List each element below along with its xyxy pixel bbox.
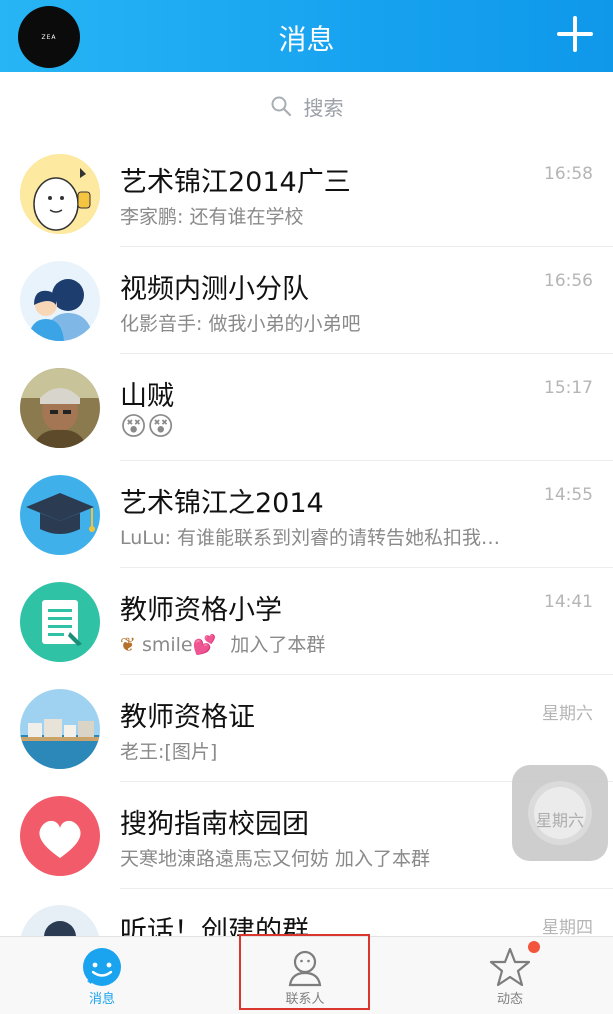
- floating-assistive-button[interactable]: 星期六: [512, 765, 608, 861]
- conversation-preview: 老王:[图片]: [120, 741, 218, 763]
- heart-avatar: [20, 796, 100, 876]
- notification-badge: [528, 941, 540, 953]
- conversation-time: 14:41: [544, 592, 593, 612]
- conversation-preview: 😵😵: [120, 412, 174, 442]
- landscape-photo-avatar: [20, 689, 100, 769]
- page-title: 消息: [278, 23, 335, 56]
- tab-messages[interactable]: 消息: [32, 937, 172, 1014]
- conversation-name: 搜狗指南校园团: [120, 809, 309, 840]
- conversation-item[interactable]: 视频内测小分队 化影音手: 做我小弟的小弟吧 16:56: [0, 247, 613, 354]
- search-placeholder: 搜索: [303, 95, 344, 120]
- preview-text: 加入了本群: [230, 634, 326, 656]
- conversation-preview: 化影音手: 做我小弟的小弟吧: [120, 313, 361, 335]
- conversation-time: 15:17: [544, 378, 593, 398]
- conversation-item[interactable]: 教师资格小学 ❦ smile💕 加入了本群 14:41: [0, 568, 613, 675]
- conversation-time: 16:58: [544, 164, 593, 184]
- search-icon: [271, 96, 291, 117]
- search-bar[interactable]: 搜索: [0, 72, 613, 140]
- conversation-time: 16:56: [544, 271, 593, 291]
- conversation-time: 14:55: [544, 485, 593, 505]
- conversation-time: 星期四: [542, 918, 593, 936]
- conversation-time: 星期六: [542, 704, 593, 724]
- tab-label: 联系人: [285, 992, 325, 1007]
- conversation-item[interactable]: 山贼 😵😵 15:17: [0, 354, 613, 461]
- conversation-preview: 天寒地涷路遠馬忘又何妨 加入了本群: [120, 848, 431, 870]
- preview-nickname: smile: [141, 634, 193, 656]
- conversation-name: 山贼: [120, 381, 174, 412]
- conversation-item[interactable]: 艺术锦江之2014 LuLu: 有谁能联系到刘睿的请转告她私扣我… 14:55: [0, 461, 613, 568]
- conversation-time: 星期六: [535, 811, 584, 830]
- top-bar: ZEA 消息: [0, 0, 613, 72]
- cartoon-character-avatar: [20, 154, 100, 234]
- tab-label: 消息: [88, 992, 115, 1007]
- partial-avatar: [20, 905, 100, 936]
- contacts-person-icon: [288, 950, 322, 987]
- tab-moments[interactable]: 动态: [440, 937, 580, 1014]
- add-plus-icon[interactable]: [557, 16, 593, 52]
- conversation-name: 视频内测小分队: [120, 274, 309, 305]
- tab-contacts[interactable]: 联系人: [235, 937, 375, 1014]
- conversation-name: 教师资格证: [120, 702, 255, 733]
- leaf-emoji-icon: ❦: [120, 634, 136, 656]
- tab-label: 动态: [496, 992, 523, 1007]
- conversation-name: 艺术锦江之2014: [120, 488, 324, 519]
- conversation-name: 艺术锦江2014广三: [120, 167, 351, 198]
- dizzy-face-emoji: 😵: [120, 412, 148, 442]
- dizzy-face-emoji: 😵: [147, 412, 175, 442]
- group-people-avatar: [20, 261, 100, 341]
- conversation-item[interactable]: 艺术锦江2014广三 李家鹏: 还有谁在学校 16:58: [0, 140, 613, 247]
- heart-emoji-icon: 💕: [192, 634, 217, 656]
- document-avatar: [20, 582, 100, 662]
- conversation-preview: ❦ smile💕 加入了本群: [120, 630, 325, 657]
- conversation-name: 教师资格小学: [120, 595, 282, 626]
- graduation-cap-avatar: [20, 475, 100, 555]
- star-icon: [489, 947, 531, 987]
- conversation-preview: LuLu: 有谁能联系到刘睿的请转告她私扣我…: [120, 527, 501, 549]
- bottom-tab-bar: 消息 联系人 动态: [0, 936, 613, 1014]
- conversation-preview: 李家鹏: 还有谁在学校: [120, 206, 304, 228]
- conversation-item[interactable]: 听话！创建的群 星期四: [0, 889, 613, 936]
- conversation-name: 听话！创建的群: [120, 916, 309, 936]
- chat-smile-icon: [83, 948, 121, 986]
- person-photo-avatar: [20, 368, 100, 448]
